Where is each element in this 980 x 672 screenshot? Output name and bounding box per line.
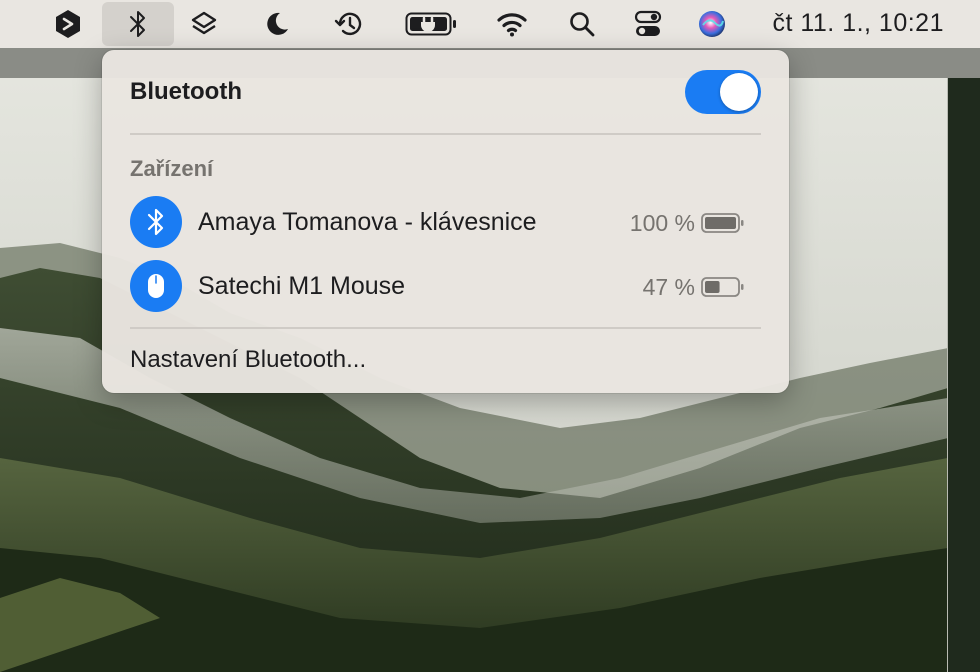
app-logo-icon[interactable] xyxy=(48,2,88,46)
device-name: Amaya Tomanova - klávesnice xyxy=(198,208,537,236)
search-icon[interactable] xyxy=(562,2,602,46)
battery-full-icon xyxy=(701,213,744,233)
bluetooth-icon xyxy=(130,196,182,248)
device-name: Satechi M1 Mouse xyxy=(198,272,406,300)
divider xyxy=(130,133,761,135)
layers-icon[interactable] xyxy=(184,2,224,46)
device-battery-percent: 100 % xyxy=(629,210,695,236)
menu-bar-clock[interactable]: čt 11. 1., 10:21 xyxy=(772,0,944,46)
section-label-devices: Zařízení xyxy=(130,156,214,181)
toggle-knob xyxy=(720,73,758,111)
siri-icon[interactable] xyxy=(692,2,732,46)
bluetooth-menu-icon[interactable] xyxy=(102,2,174,46)
bluetooth-toggle[interactable] xyxy=(685,70,761,114)
device-row-keyboard[interactable]: Amaya Tomanova - klávesnice 100 % xyxy=(130,196,761,250)
device-battery-percent: 47 % xyxy=(642,274,695,300)
mouse-icon xyxy=(130,260,182,312)
menu-bar: čt 11. 1., 10:21 xyxy=(0,0,980,48)
moon-icon[interactable] xyxy=(256,2,296,46)
bluetooth-panel: Bluetooth Zařízení Amaya Tomanova - kláv… xyxy=(102,50,789,393)
bluetooth-settings-link[interactable]: Nastavení Bluetooth... xyxy=(130,346,366,374)
battery-half-icon xyxy=(701,277,744,297)
device-row-mouse[interactable]: Satechi M1 Mouse 47 % xyxy=(130,260,761,314)
control-center-icon[interactable] xyxy=(628,2,668,46)
panel-title: Bluetooth xyxy=(130,78,242,105)
divider xyxy=(130,327,761,329)
battery-charging-icon[interactable] xyxy=(404,2,460,46)
wifi-icon[interactable] xyxy=(492,2,532,46)
time-machine-icon[interactable] xyxy=(330,2,370,46)
